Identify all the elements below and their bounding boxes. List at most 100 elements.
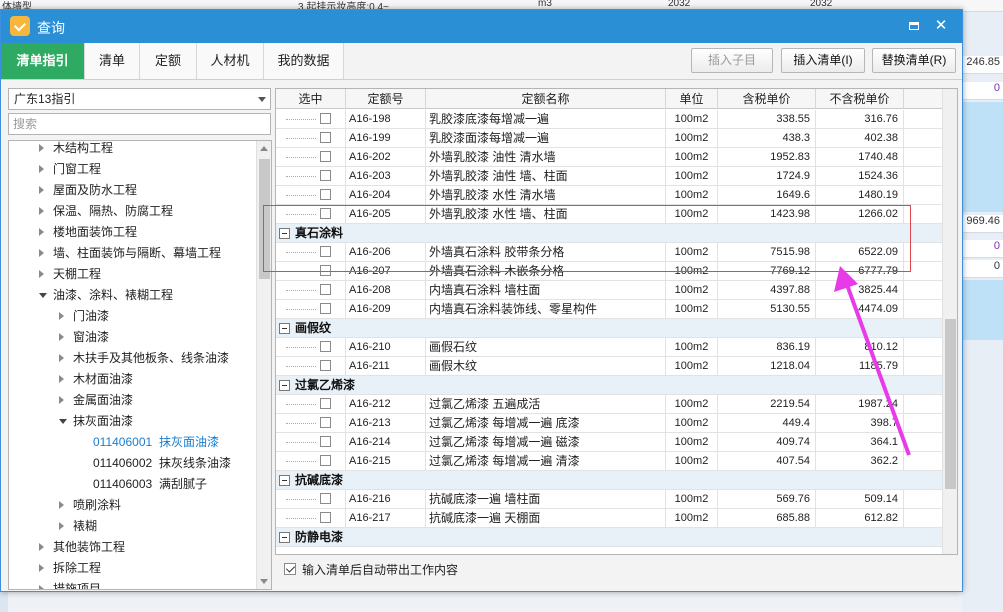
close-button[interactable]: ✕ [931, 16, 951, 36]
group-row[interactable]: 过氯乙烯漆 [276, 376, 943, 395]
col-header-unit[interactable]: 单位 [666, 89, 718, 109]
table-row[interactable]: A16-211 画假木纹 100m2 1218.04 1185.79 [276, 357, 943, 376]
group-row[interactable]: 抗碱底漆 [276, 471, 943, 490]
expand-down-icon[interactable] [59, 419, 67, 424]
tree-item[interactable]: 门窗工程 [9, 159, 257, 180]
expand-right-icon[interactable] [39, 144, 44, 152]
row-checkbox[interactable] [320, 284, 331, 295]
row-checkbox[interactable] [320, 360, 331, 371]
expand-right-icon[interactable] [39, 585, 44, 589]
scroll-thumb[interactable] [945, 319, 956, 489]
table-row[interactable]: A16-216 抗碱底漆一遍 墙柱面 100m2 569.76 509.14 [276, 490, 943, 509]
expand-right-icon[interactable] [59, 354, 64, 362]
guide-select[interactable]: 广东13指引 [8, 88, 271, 110]
row-checkbox[interactable] [320, 436, 331, 447]
row-checkbox[interactable] [320, 341, 331, 352]
tree-item[interactable]: 木材面油漆 [9, 369, 257, 390]
tab-quota[interactable]: 定额 [140, 43, 197, 79]
table-row[interactable]: A16-217 抗碱底漆一遍 天棚面 100m2 685.88 612.82 [276, 509, 943, 528]
tree-item[interactable]: 抹灰面油漆 [9, 411, 257, 432]
tree-item[interactable]: 011406003 满刮腻子 [9, 474, 257, 495]
auto-bring-checkbox[interactable] [284, 563, 296, 575]
col-header-select[interactable]: 选中 [276, 89, 346, 109]
col-header-code[interactable]: 定额号 [346, 89, 426, 109]
maximize-button[interactable] [904, 16, 924, 36]
tree-item[interactable]: 天棚工程 [9, 264, 257, 285]
table-row[interactable]: A16-203 外墙乳胶漆 油性 墙、柱面 100m2 1724.9 1524.36 [276, 167, 943, 186]
table-row[interactable]: A16-210 画假石纹 100m2 836.19 810.12 [276, 338, 943, 357]
tree-item[interactable]: 金属面油漆 [9, 390, 257, 411]
expand-right-icon[interactable] [39, 543, 44, 551]
tree-item[interactable]: 屋面及防水工程 [9, 180, 257, 201]
collapse-icon[interactable] [279, 380, 290, 391]
row-checkbox[interactable] [320, 151, 331, 162]
table-row[interactable]: A16-215 过氯乙烯漆 每增减一遍 清漆 100m2 407.54 362.2 [276, 452, 943, 471]
search-input[interactable] [8, 113, 271, 135]
insert-child-button[interactable]: 插入子目 [691, 48, 773, 73]
expand-right-icon[interactable] [39, 207, 44, 215]
table-row[interactable]: A16-213 过氯乙烯漆 每增减一遍 底漆 100m2 449.4 398.7 [276, 414, 943, 433]
row-checkbox[interactable] [320, 113, 331, 124]
expand-right-icon[interactable] [59, 522, 64, 530]
tree-item[interactable]: 011406001 抹灰面油漆 [9, 432, 257, 453]
table-row[interactable]: A16-199 乳胶漆面漆每增减一遍 100m2 438.3 402.38 [276, 129, 943, 148]
table-row[interactable]: A16-208 内墙真石涂料 墙柱面 100m2 4397.88 3825.44 [276, 281, 943, 300]
tree-item[interactable]: 墙、柱面装饰与隔断、幕墙工程 [9, 243, 257, 264]
scroll-up-icon[interactable] [260, 146, 268, 151]
group-row[interactable]: 画假纹 [276, 319, 943, 338]
grid-scrollbar[interactable] [942, 89, 957, 554]
tree-item[interactable]: 木扶手及其他板条、线条油漆 [9, 348, 257, 369]
replace-list-button[interactable]: 替换清单(R) [872, 48, 956, 73]
tree-item[interactable]: 裱糊 [9, 516, 257, 537]
expand-right-icon[interactable] [39, 564, 44, 572]
col-header-notax-price[interactable]: 不含税单价 [816, 89, 904, 109]
col-header-tax-price[interactable]: 含税单价 [718, 89, 816, 109]
table-row[interactable]: A16-214 过氯乙烯漆 每增减一遍 磁漆 100m2 409.74 364.1 [276, 433, 943, 452]
table-row[interactable]: A16-202 外墙乳胶漆 油性 清水墙 100m2 1952.83 1740.48 [276, 148, 943, 167]
tree-item[interactable]: 木结构工程 [9, 141, 257, 159]
table-row[interactable]: A16-212 过氯乙烯漆 五遍成活 100m2 2219.54 1987.24 [276, 395, 943, 414]
row-checkbox[interactable] [320, 170, 331, 181]
tree-item[interactable]: 楼地面装饰工程 [9, 222, 257, 243]
row-checkbox[interactable] [320, 512, 331, 523]
row-checkbox[interactable] [320, 455, 331, 466]
row-checkbox[interactable] [320, 132, 331, 143]
insert-list-button[interactable]: 插入清单(I) [781, 48, 865, 73]
tree-item[interactable]: 措施项目 [9, 579, 257, 589]
expand-right-icon[interactable] [39, 249, 44, 257]
expand-right-icon[interactable] [39, 228, 44, 236]
expand-down-icon[interactable] [39, 293, 47, 298]
tree-item[interactable]: 油漆、涂料、裱糊工程 [9, 285, 257, 306]
row-checkbox[interactable] [320, 493, 331, 504]
title-bar[interactable]: 查询 ✕ [1, 10, 962, 43]
tab-labor-material[interactable]: 人材机 [197, 43, 264, 79]
expand-right-icon[interactable] [59, 501, 64, 509]
tab-list-guide[interactable]: 清单指引 [1, 43, 85, 79]
tree-item[interactable]: 窗油漆 [9, 327, 257, 348]
expand-right-icon[interactable] [39, 165, 44, 173]
tree-item[interactable]: 其他装饰工程 [9, 537, 257, 558]
row-checkbox[interactable] [320, 417, 331, 428]
tree-item[interactable]: 拆除工程 [9, 558, 257, 579]
collapse-icon[interactable] [279, 323, 290, 334]
expand-right-icon[interactable] [59, 312, 64, 320]
row-checkbox[interactable] [320, 398, 331, 409]
expand-right-icon[interactable] [59, 333, 64, 341]
scroll-down-icon[interactable] [260, 579, 268, 584]
tab-my-data[interactable]: 我的数据 [264, 43, 344, 79]
tree-item[interactable]: 011406002 抹灰线条油漆 [9, 453, 257, 474]
table-row[interactable]: A16-209 内墙真石涂料装饰线、零星构件 100m2 5130.55 4474.09 [276, 300, 943, 319]
tree-item[interactable]: 保温、隔热、防腐工程 [9, 201, 257, 222]
expand-right-icon[interactable] [59, 396, 64, 404]
col-header-name[interactable]: 定额名称 [426, 89, 666, 109]
group-row[interactable]: 防静电漆 [276, 528, 943, 547]
expand-right-icon[interactable] [39, 186, 44, 194]
table-row[interactable]: A16-198 乳胶漆底漆每增减一遍 100m2 338.55 316.76 [276, 110, 943, 129]
collapse-icon[interactable] [279, 532, 290, 543]
collapse-icon[interactable] [279, 475, 290, 486]
expand-right-icon[interactable] [59, 375, 64, 383]
tree-item[interactable]: 喷刷涂料 [9, 495, 257, 516]
row-checkbox[interactable] [320, 303, 331, 314]
tab-list[interactable]: 清单 [85, 43, 140, 79]
row-checkbox[interactable] [320, 189, 331, 200]
